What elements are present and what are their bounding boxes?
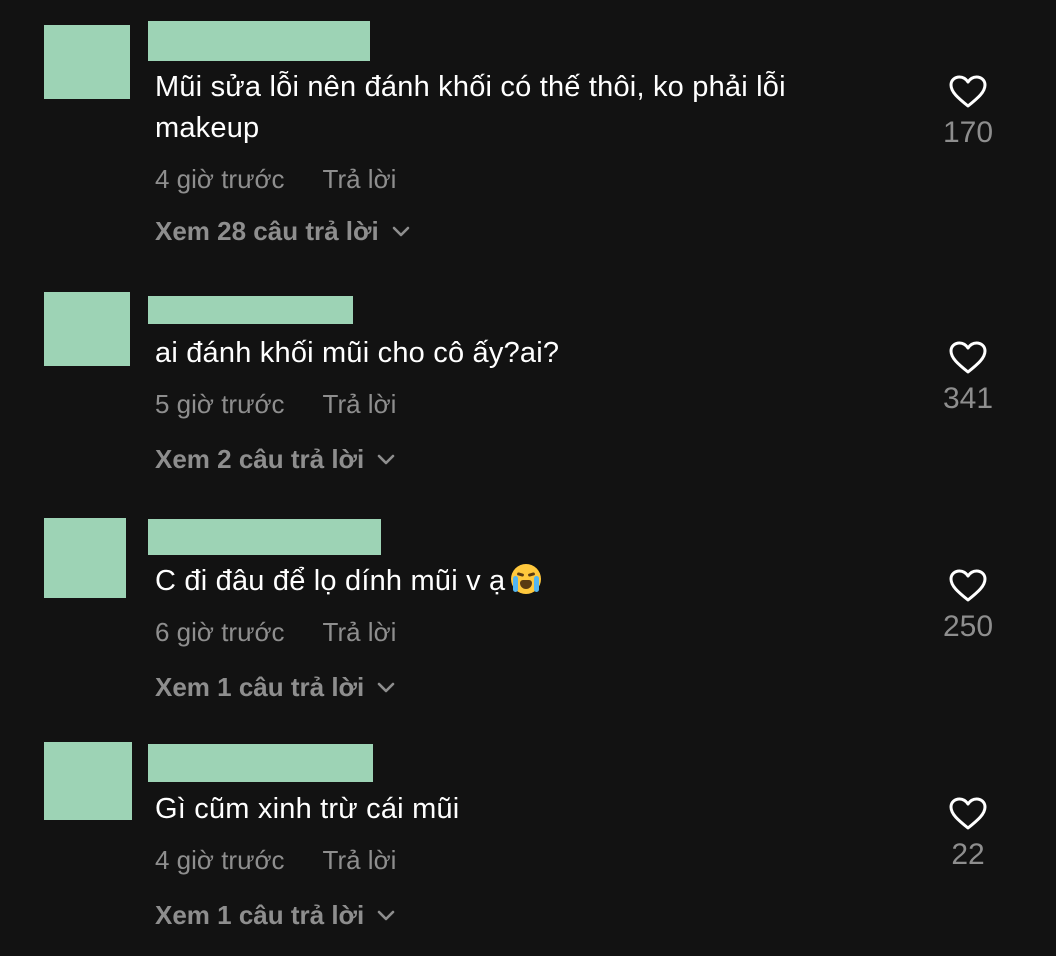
heart-icon[interactable] [948,796,988,832]
comment-time: 4 giờ trước [155,845,285,875]
heart-icon[interactable] [948,340,988,376]
avatar[interactable] [44,292,130,366]
username-redacted[interactable] [148,519,381,555]
comment-text-body: C đi đâu để lọ dính mũi v ạ [155,565,506,597]
comment-time: 5 giờ trước [155,389,285,419]
chevron-down-icon [377,454,395,464]
avatar[interactable] [44,742,132,820]
chevron-down-icon [377,682,395,692]
comment-meta: 4 giờ trước Trả lời [155,845,396,876]
like-count: 170 [942,116,994,149]
like-count: 341 [942,382,994,415]
view-replies-button[interactable]: Xem 28 câu trả lời [155,216,411,247]
username-redacted[interactable] [148,296,353,324]
username-redacted[interactable] [148,21,370,61]
avatar[interactable] [44,25,130,99]
like-count: 250 [942,610,994,643]
loudly-crying-face-icon [511,564,542,594]
username-redacted[interactable] [148,744,373,782]
view-replies-label: Xem 1 câu trả lời [155,672,365,702]
like-control: 22 [930,796,1006,872]
comment-text: ai đánh khối mũi cho cô ấy?ai? [155,337,560,369]
view-replies-label: Xem 1 câu trả lời [155,900,365,930]
heart-icon[interactable] [948,568,988,604]
comment-meta: 4 giờ trước Trả lời [155,164,396,195]
view-replies-label: Xem 28 câu trả lời [155,216,379,246]
chevron-down-icon [392,226,410,236]
like-control: 341 [930,340,1006,416]
comment-text: C đi đâu để lọ dính mũi v ạ [155,561,895,602]
like-control: 250 [930,568,1006,644]
comment-time: 4 giờ trước [155,164,285,194]
view-replies-button[interactable]: Xem 1 câu trả lời [155,900,396,931]
heart-icon[interactable] [948,74,988,110]
like-control: 170 [930,74,1006,150]
comment-text: Gì cũm xinh trừ cái mũi [155,793,460,825]
reply-button[interactable]: Trả lời [323,164,397,194]
view-replies-button[interactable]: Xem 2 câu trả lời [155,444,396,475]
like-count: 22 [951,838,985,871]
chevron-down-icon [377,910,395,920]
view-replies-button[interactable]: Xem 1 câu trả lời [155,672,396,703]
comment-meta: 5 giờ trước Trả lời [155,389,396,420]
view-replies-label: Xem 2 câu trả lời [155,444,365,474]
comment-text: Mũi sửa lỗi nên đánh khối có thế thôi, k… [155,71,786,144]
reply-button[interactable]: Trả lời [323,389,397,419]
avatar[interactable] [44,518,126,598]
reply-button[interactable]: Trả lời [323,617,397,647]
comment-meta: 6 giờ trước Trả lời [155,617,396,648]
comment-time: 6 giờ trước [155,617,285,647]
reply-button[interactable]: Trả lời [323,845,397,875]
